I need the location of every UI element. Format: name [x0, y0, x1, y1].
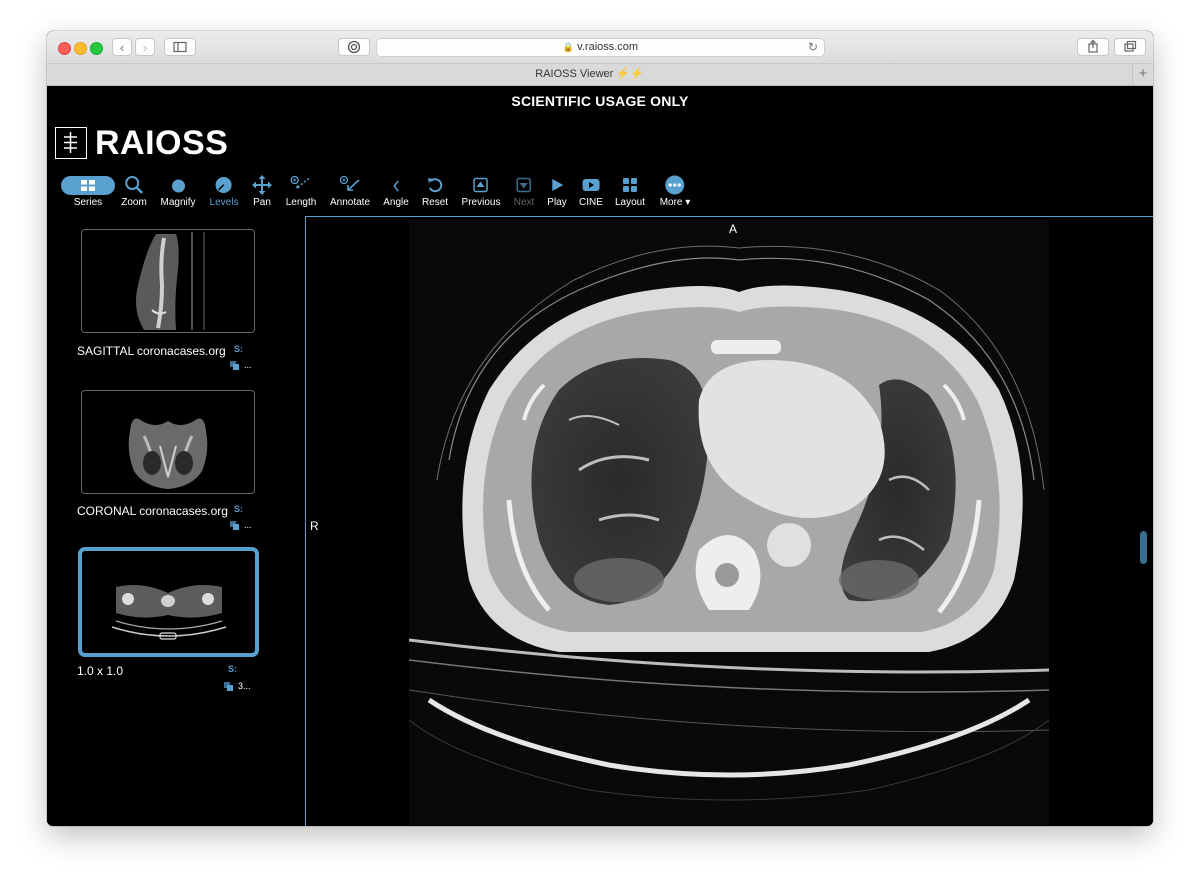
- axial-preview-image: [111, 585, 227, 640]
- more-dots-icon: [665, 175, 685, 195]
- tool-play[interactable]: Play: [547, 174, 567, 208]
- series-label: CORONAL coronacases.org: [77, 504, 228, 518]
- tool-pan[interactable]: Pan: [252, 174, 272, 208]
- address-bar[interactable]: 🔒 v.raioss.com ↻: [376, 38, 825, 57]
- tool-label: CINE: [579, 197, 603, 208]
- tool-next[interactable]: Next: [513, 174, 535, 208]
- stack-icon: [224, 681, 234, 691]
- tool-series[interactable]: Series: [61, 174, 115, 208]
- tool-angle[interactable]: Angle: [383, 174, 409, 208]
- logo-mark-icon: [55, 127, 87, 159]
- tool-label: Reset: [421, 197, 449, 208]
- new-tab-button[interactable]: +: [1132, 64, 1153, 85]
- url-text: v.raioss.com: [577, 41, 639, 53]
- coronal-preview-image: [128, 418, 208, 489]
- tool-label: Previous: [461, 197, 501, 208]
- video-icon: [582, 179, 600, 191]
- stack-icon: [230, 520, 240, 530]
- orientation-marker-left: R: [310, 519, 319, 533]
- back-button[interactable]: ‹: [112, 38, 132, 56]
- usage-banner: SCIENTIFIC USAGE ONLY: [511, 93, 689, 109]
- tool-label: Pan: [253, 197, 271, 208]
- series-s-tag: S:: [234, 504, 243, 514]
- grid-icon: [61, 175, 115, 195]
- tool-label: More ▾: [659, 197, 691, 208]
- lock-icon: 🔒: [562, 42, 575, 52]
- image-viewport[interactable]: A R: [306, 216, 1153, 826]
- play-icon: [551, 179, 563, 191]
- sagittal-preview-image: [136, 232, 205, 330]
- share-button[interactable]: [1077, 38, 1109, 56]
- tabs-overview-button[interactable]: [1114, 38, 1146, 56]
- browser-window: ‹ › 🔒 v.raioss.com ↻ RAIOSS Viewer ⚡️⚡️ …: [47, 31, 1153, 826]
- tool-reset[interactable]: Reset: [422, 174, 448, 208]
- layout-icon: [623, 178, 637, 192]
- series-count: 3...: [224, 681, 251, 691]
- tool-label: Levels: [209, 197, 239, 208]
- viewer-toolbar: Series Zoom Magnify Levels Pan Length An…: [47, 174, 1153, 216]
- contrast-icon: [216, 177, 232, 193]
- tool-levels[interactable]: Levels: [209, 174, 239, 208]
- tool-label: Magnify: [160, 197, 196, 208]
- next-icon: [516, 177, 532, 193]
- browser-titlebar: ‹ › 🔒 v.raioss.com ↻: [47, 31, 1153, 64]
- tabs-icon: [1124, 40, 1137, 52]
- fullscreen-window-button[interactable]: [90, 42, 103, 55]
- circle-icon: [171, 179, 185, 193]
- tool-label: Next: [513, 197, 535, 208]
- tool-label: Zoom: [121, 197, 147, 208]
- series-thumbnail-sagittal[interactable]: [81, 229, 255, 333]
- tool-magnify[interactable]: Magnify: [160, 174, 196, 208]
- tool-cine[interactable]: CINE: [579, 174, 603, 208]
- tab-bar: RAIOSS Viewer ⚡️⚡️ +: [47, 64, 1153, 86]
- annotate-arrow-icon: [339, 175, 360, 191]
- tool-label: Series: [73, 197, 103, 208]
- tool-length[interactable]: Length: [285, 174, 317, 208]
- privacy-icon: [347, 40, 361, 54]
- tool-annotate[interactable]: Annotate: [330, 174, 370, 208]
- series-s-tag: S:: [228, 664, 237, 674]
- tool-zoom[interactable]: Zoom: [121, 174, 147, 208]
- raioss-logo: RAIOSS: [55, 126, 228, 160]
- move-arrows-icon: [252, 175, 272, 195]
- tool-label: Play: [547, 197, 567, 208]
- forward-button[interactable]: ›: [135, 38, 155, 56]
- browser-tab[interactable]: RAIOSS Viewer ⚡️⚡️: [47, 64, 1132, 85]
- tool-label: Length: [285, 197, 317, 208]
- series-panel: SAGITTAL coronacases.org S: ... CORONAL …: [47, 216, 306, 826]
- ruler-icon: [290, 175, 311, 189]
- sidebar-icon: [173, 41, 187, 53]
- previous-icon: [473, 177, 489, 193]
- tool-label: Layout: [614, 197, 646, 208]
- series-thumbnail-coronal[interactable]: [81, 390, 255, 494]
- minimize-window-button[interactable]: [74, 42, 87, 55]
- series-count: ...: [230, 520, 252, 530]
- undo-icon: [428, 178, 443, 193]
- series-count: ...: [230, 360, 252, 370]
- share-icon: [1088, 39, 1098, 53]
- stack-icon: [230, 360, 240, 370]
- close-window-button[interactable]: [58, 42, 71, 55]
- raioss-app: SCIENTIFIC USAGE ONLY RAIOSS Series Zoom…: [47, 86, 1153, 826]
- sidebar-toggle-button[interactable]: [164, 38, 196, 56]
- tool-previous[interactable]: Previous: [461, 174, 501, 208]
- tool-label: Annotate: [329, 197, 371, 208]
- series-label: SAGITTAL coronacases.org: [77, 344, 226, 358]
- series-thumbnail-axial[interactable]: [78, 547, 259, 657]
- reload-icon[interactable]: ↻: [808, 39, 818, 56]
- angle-icon: [393, 180, 399, 192]
- slice-scroll-handle[interactable]: [1140, 531, 1147, 564]
- tool-more[interactable]: More ▾: [659, 174, 691, 208]
- ct-axial-image[interactable]: [409, 220, 1049, 825]
- search-icon: [125, 176, 143, 194]
- series-s-tag: S:: [234, 344, 243, 354]
- orientation-marker-top: A: [729, 222, 738, 236]
- privacy-report-button[interactable]: [338, 38, 370, 56]
- series-label: 1.0 x 1.0: [77, 664, 124, 678]
- logo-text: RAIOSS: [95, 124, 229, 162]
- tool-label: Angle: [383, 197, 409, 208]
- tool-layout[interactable]: Layout: [615, 174, 645, 208]
